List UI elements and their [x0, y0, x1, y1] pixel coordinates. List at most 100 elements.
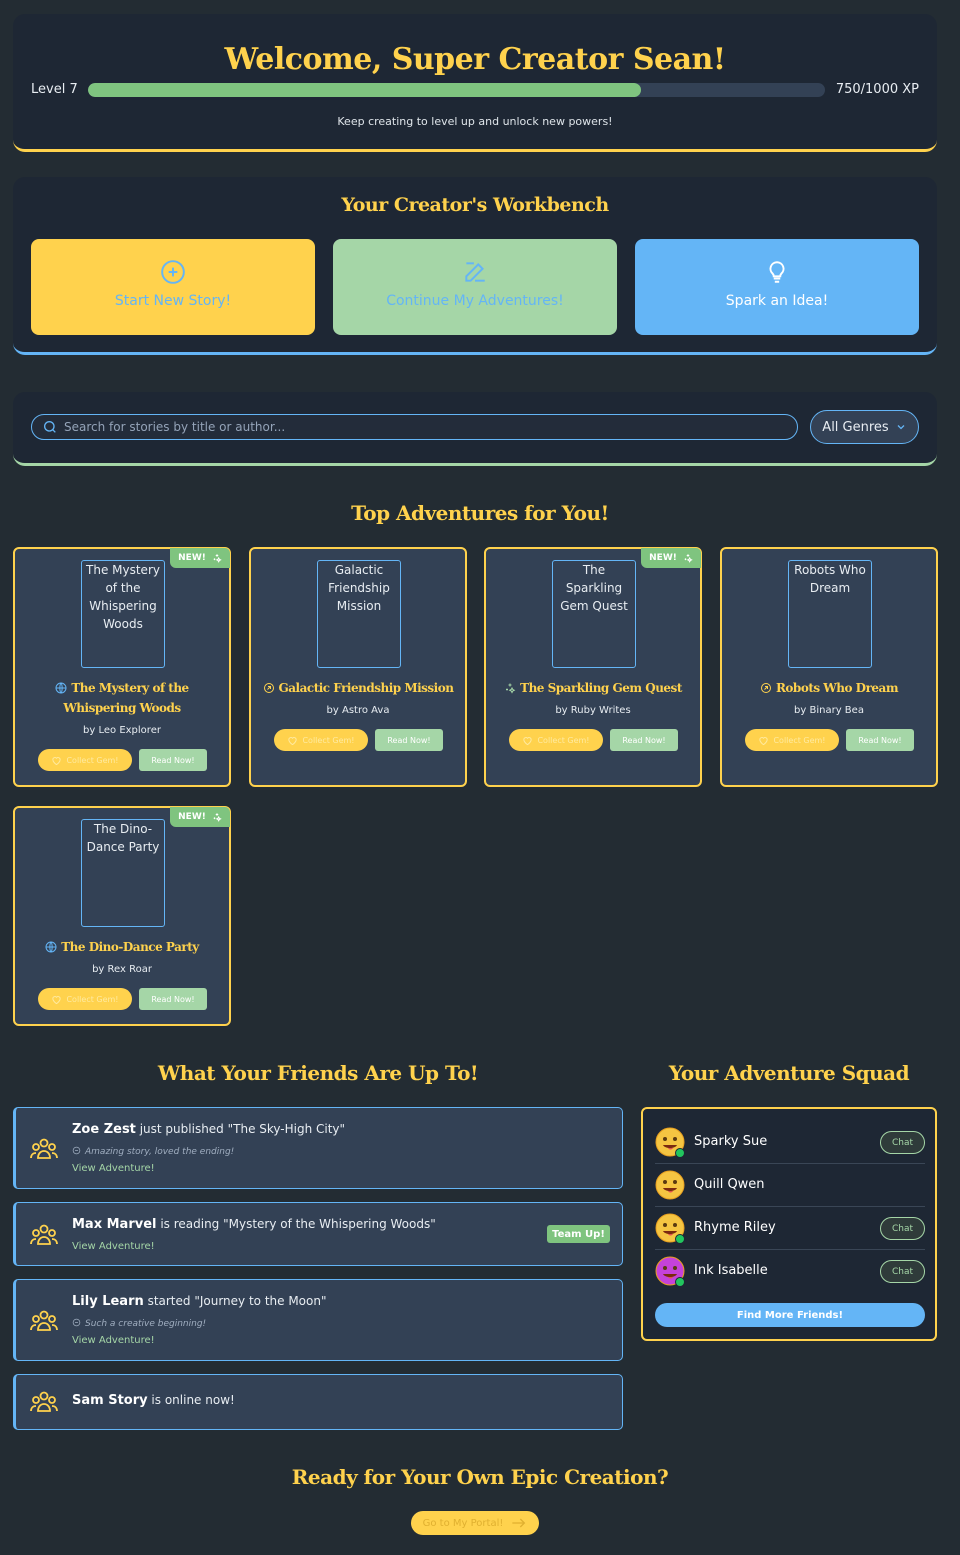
activity-action: is online now! [147, 1393, 235, 1407]
story-author: by Rex Roar [92, 964, 152, 975]
activity-action: is reading "Mystery of the Whispering Wo… [156, 1217, 436, 1231]
activity-text: Sam Story is online now! [72, 1393, 235, 1408]
workbench-title: Your Creator's Workbench [341, 194, 609, 216]
collect-gem-button[interactable]: Collect Gem! [38, 988, 132, 1010]
read-now-button[interactable]: Read Now! [846, 729, 914, 751]
heart-icon [523, 736, 533, 745]
collect-gem-button[interactable]: Collect Gem! [274, 729, 368, 751]
story-title[interactable]: Galactic Friendship Mission [261, 678, 455, 698]
plus-circle-icon [161, 260, 185, 284]
genre-selected-value: All Genres [822, 419, 889, 435]
squad-member-row: Ink Isabelle Chat [655, 1250, 925, 1293]
story-cover-image[interactable]: Robots Who Dream [788, 560, 872, 668]
story-title-text: The Sparkling Gem Quest [520, 681, 682, 695]
chat-button[interactable]: Chat [880, 1260, 925, 1283]
welcome-subtitle: Keep creating to level up and unlock new… [337, 115, 613, 128]
story-card[interactable]: Galactic Friendship Mission Galactic Frie… [249, 547, 467, 787]
read-now-button[interactable]: Read Now! [139, 988, 207, 1010]
story-card[interactable]: Robots Who Dream Robots Who Dream by Binar… [720, 547, 938, 787]
story-cover-alt: Galactic Friendship Mission [328, 563, 390, 613]
friend-activity-item: Max Marvel is reading "Mystery of the Wh… [13, 1202, 623, 1266]
collect-gem-button[interactable]: Collect Gem! [38, 749, 132, 771]
story-title[interactable]: The Dino-Dance Party [25, 937, 219, 957]
activity-text: Max Marvel is reading "Mystery of the Wh… [72, 1217, 436, 1232]
creator-workbench: Your Creator's Workbench Start New Story… [13, 177, 937, 355]
comment-icon [72, 1146, 81, 1155]
friend-activity-item: Sam Story is online now! [13, 1374, 623, 1430]
read-now-button[interactable]: Read Now! [139, 749, 207, 771]
story-author: by Binary Bea [794, 705, 864, 716]
story-title[interactable]: Robots Who Dream [732, 678, 926, 698]
friends-activity-title: What Your Friends Are Up To! [157, 1061, 479, 1085]
story-cover-image[interactable]: The Mystery of the Whispering Woods [81, 560, 165, 668]
portal-label: Go to My Portal! [422, 1517, 504, 1529]
squad-member-name[interactable]: Sparky Sue [694, 1134, 767, 1149]
squad-member-name[interactable]: Quill Qwen [694, 1177, 765, 1192]
activity-action: just published "The Sky-High City" [135, 1122, 346, 1136]
story-cover-alt: The Sparkling Gem Quest [560, 563, 628, 613]
team-up-button[interactable]: Team Up! [547, 1225, 610, 1243]
story-author: by Ruby Writes [555, 705, 631, 716]
squad-member-row: Quill Qwen [655, 1164, 925, 1207]
avatar[interactable] [655, 1170, 685, 1200]
story-card[interactable]: NEW! The Dino-Dance Party The Dino-Dance P… [13, 806, 231, 1026]
story-cover-image[interactable]: The Dino-Dance Party [81, 819, 165, 927]
spark-idea-button[interactable]: Spark an Idea! [635, 239, 919, 335]
friend-name[interactable]: Lily Learn [72, 1294, 144, 1309]
xp-progress-fill [88, 83, 641, 97]
story-title[interactable]: The Mystery of the Whispering Woods [25, 678, 219, 718]
adventure-squad-panel: Sparky Sue Chat Quill Qwen Rhyme Riley Chat I… [641, 1107, 937, 1341]
view-adventure-link[interactable]: View Adventure! [72, 1335, 155, 1346]
genre-select[interactable]: All Genres [810, 410, 919, 444]
go-to-portal-button[interactable]: Go to My Portal! [411, 1511, 539, 1535]
search-input[interactable]: Search for stories by title or author... [31, 414, 798, 440]
story-cover-image[interactable]: Galactic Friendship Mission [317, 560, 401, 668]
story-cover-alt: The Dino-Dance Party [86, 822, 160, 854]
lightbulb-icon [769, 261, 785, 283]
continue-adventures-button[interactable]: Continue My Adventures! [333, 239, 617, 335]
friend-activity-item: Zoe Zest just published "The Sky-High Ci… [13, 1107, 623, 1189]
welcome-title: Welcome, Super Creator Sean! [224, 42, 726, 77]
new-badge: NEW! [170, 548, 230, 568]
find-more-friends-button[interactable]: Find More Friends! [655, 1303, 925, 1327]
story-card[interactable]: NEW! The Sparkling Gem Quest The Sparkling… [484, 547, 702, 787]
search-icon [44, 421, 56, 433]
start-new-story-button[interactable]: Start New Story! [31, 239, 315, 335]
collect-gem-label: Collect Gem! [773, 735, 826, 745]
story-title[interactable]: The Sparkling Gem Quest [496, 678, 690, 698]
collect-gem-button[interactable]: Collect Gem! [509, 729, 603, 751]
sparkles-icon [684, 554, 693, 563]
comment-icon [72, 1318, 81, 1327]
read-now-button[interactable]: Read Now! [375, 729, 443, 751]
friends-icon [30, 1309, 58, 1333]
heart-icon [52, 995, 62, 1004]
read-now-button[interactable]: Read Now! [610, 729, 678, 751]
adventure-squad-title: Your Adventure Squad [668, 1061, 910, 1085]
collect-gem-label: Collect Gem! [537, 735, 590, 745]
friend-name[interactable]: Zoe Zest [72, 1122, 136, 1137]
story-cover-image[interactable]: The Sparkling Gem Quest [552, 560, 636, 668]
story-title-text: Robots Who Dream [775, 681, 899, 695]
new-badge-label: NEW! [649, 553, 677, 563]
friend-name[interactable]: Max Marvel [72, 1217, 157, 1232]
friends-icon [30, 1223, 58, 1247]
story-cover-alt: The Mystery of the Whispering Woods [86, 563, 160, 631]
heart-icon [52, 756, 62, 765]
activity-text: Zoe Zest just published "The Sky-High Ci… [72, 1122, 345, 1137]
squad-member-name[interactable]: Ink Isabelle [694, 1263, 768, 1278]
chat-button[interactable]: Chat [880, 1217, 925, 1240]
story-cover-alt: Robots Who Dream [794, 563, 866, 595]
squad-member-name[interactable]: Rhyme Riley [694, 1220, 776, 1235]
chat-button[interactable]: Chat [880, 1131, 925, 1154]
sparkles-icon [213, 813, 222, 822]
friend-activity-item: Lily Learn started "Journey to the Moon"… [13, 1279, 623, 1361]
view-adventure-link[interactable]: View Adventure! [72, 1241, 155, 1252]
chevron-down-icon [897, 425, 905, 430]
story-card[interactable]: NEW! The Mystery of the Whispering Woods T… [13, 547, 231, 787]
view-adventure-link[interactable]: View Adventure! [72, 1163, 155, 1174]
activity-comment: Amazing story, loved the ending! [72, 1146, 234, 1157]
friend-name[interactable]: Sam Story [72, 1393, 148, 1408]
edit-icon [465, 262, 485, 282]
collect-gem-button[interactable]: Collect Gem! [745, 729, 839, 751]
globe-icon [45, 941, 57, 953]
